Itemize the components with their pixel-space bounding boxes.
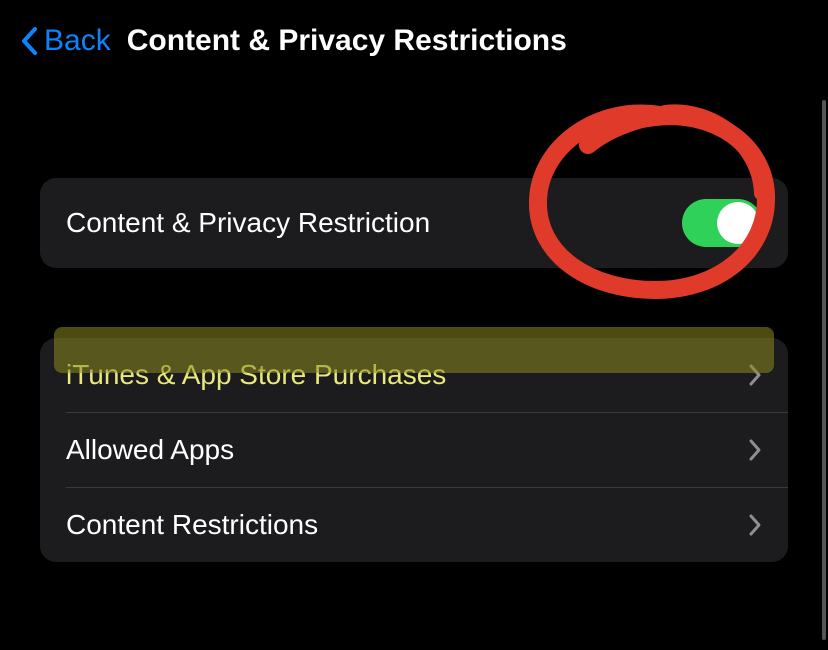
menu-item-allowed-apps[interactable]: Allowed Apps — [40, 413, 788, 487]
menu-item-label: Content Restrictions — [66, 509, 318, 541]
back-button[interactable]: Back — [20, 24, 111, 58]
chevron-right-icon — [748, 513, 762, 537]
scrollbar[interactable] — [822, 100, 826, 640]
menu-item-label: Allowed Apps — [66, 434, 234, 466]
back-label: Back — [44, 24, 111, 58]
chevron-right-icon — [748, 438, 762, 462]
menu-item-itunes-purchases[interactable]: iTunes & App Store Purchases — [40, 338, 788, 412]
chevron-right-icon — [748, 363, 762, 387]
menu-section: iTunes & App Store Purchases Allowed App… — [40, 338, 788, 562]
header: Back Content & Privacy Restrictions — [0, 0, 828, 78]
page-title: Content & Privacy Restrictions — [127, 24, 567, 58]
toggle-row[interactable]: Content & Privacy Restriction — [40, 178, 788, 268]
menu-item-content-restrictions[interactable]: Content Restrictions — [40, 488, 788, 562]
menu-item-label: iTunes & App Store Purchases — [66, 359, 446, 391]
content-privacy-toggle[interactable] — [682, 199, 762, 247]
toggle-row-label: Content & Privacy Restriction — [66, 207, 430, 239]
toggle-section: Content & Privacy Restriction — [40, 178, 788, 268]
chevron-left-icon — [20, 26, 38, 56]
toggle-knob — [717, 202, 759, 244]
content: Content & Privacy Restriction iTunes & A… — [0, 178, 828, 562]
